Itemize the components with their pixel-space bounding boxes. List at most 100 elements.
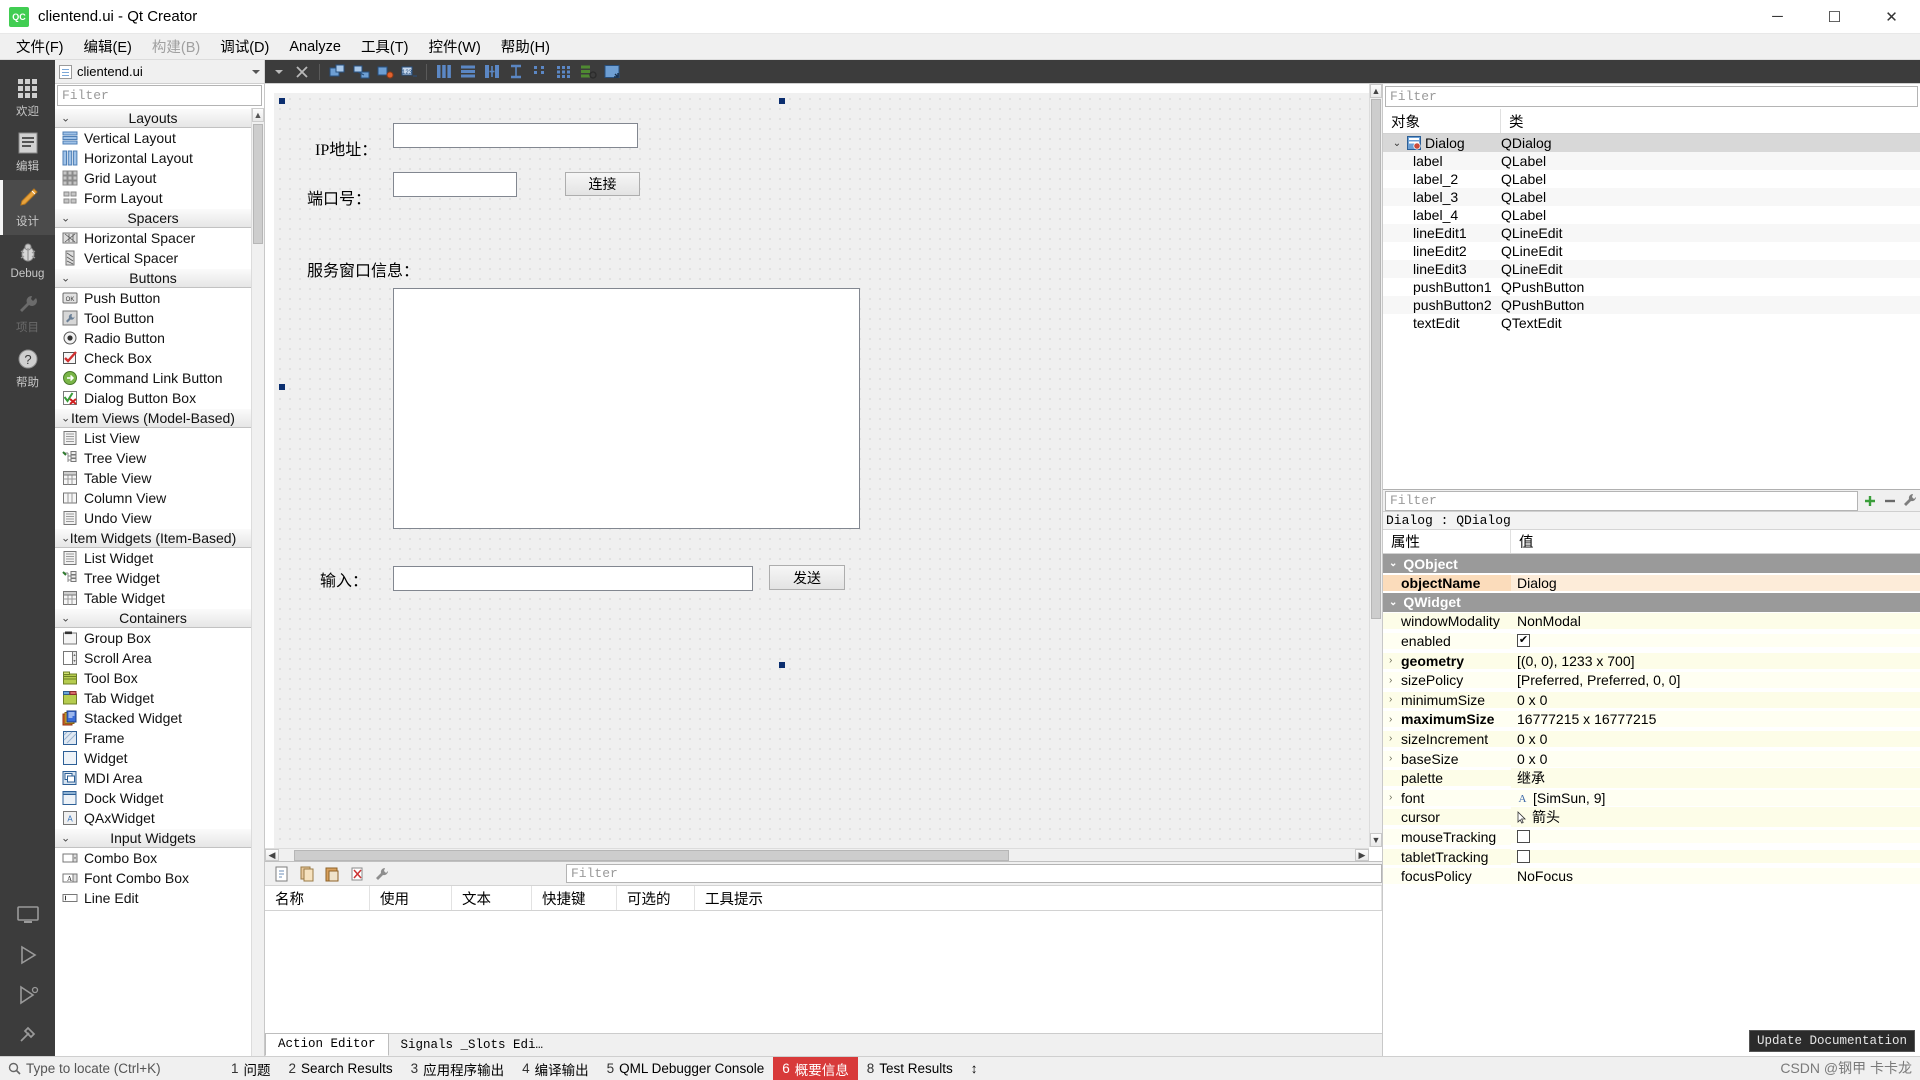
object-inspector-row[interactable]: label_4 QLabel [1383, 206, 1920, 224]
property-row[interactable]: › sizePolicy [Preferred, Preferred, 0, 0] [1383, 670, 1920, 690]
widget-item-tree-widget[interactable]: Tree Widget [55, 568, 251, 588]
new-action-icon[interactable] [271, 864, 293, 884]
col-text[interactable]: 文本 [452, 886, 532, 910]
output-pane-button-1[interactable]: 1 问题 [222, 1057, 280, 1080]
copy-icon[interactable] [296, 864, 318, 884]
form-scroll-down-icon[interactable]: ▼ [1370, 833, 1382, 847]
menu-debug[interactable]: 调试(D) [210, 33, 279, 60]
tab-action-editor[interactable]: Action Editor [265, 1033, 389, 1056]
layout-splitter-v-icon[interactable] [505, 62, 527, 82]
widget-item-undo-view[interactable]: Undo View [55, 508, 251, 528]
object-inspector-row[interactable]: label_3 QLabel [1383, 188, 1920, 206]
output-pane-button-6[interactable]: 6 概要信息 [773, 1056, 858, 1080]
widget-item-horizontal-spacer[interactable]: Horizontal Spacer [55, 228, 251, 248]
widget-item-frame[interactable]: Frame [55, 728, 251, 748]
edit-widgets-icon[interactable] [326, 62, 348, 82]
chevron-down-icon[interactable]: ⌄ [1391, 138, 1403, 149]
property-row[interactable]: › geometry [(0, 0), 1233 x 700] [1383, 651, 1920, 671]
button-send[interactable]: 发送 [769, 565, 845, 590]
widget-item-stacked-widget[interactable]: Stacked Widget [55, 708, 251, 728]
selection-handle-top-right[interactable] [779, 98, 785, 104]
property-row[interactable]: mouseTracking [1383, 827, 1920, 847]
object-inspector-row[interactable]: pushButton1 QPushButton [1383, 278, 1920, 296]
chevron-right-icon[interactable]: › [1389, 792, 1398, 803]
col-shortcut[interactable]: 快捷键 [532, 886, 617, 910]
col-used[interactable]: 使用 [370, 886, 452, 910]
menu-analyze[interactable]: Analyze [279, 36, 351, 58]
output-pane-button-3[interactable]: 3 应用程序输出 [402, 1057, 514, 1080]
pe-col-property[interactable]: 属性 [1383, 530, 1511, 553]
property-value-cell[interactable] [1511, 850, 1920, 864]
selection-handle-mid-left[interactable] [279, 384, 285, 390]
widget-item-push-button[interactable]: OK Push Button [55, 288, 251, 308]
widget-item-tool-button[interactable]: Tool Button [55, 308, 251, 328]
toolbar-overflow-chevron-icon[interactable] [275, 69, 283, 74]
widget-box-list[interactable]: ⌄ Layouts Vertical Layout Horizontal Layout… [55, 108, 264, 1056]
widget-item-list-view[interactable]: List View [55, 428, 251, 448]
form-vscroll-thumb[interactable] [1371, 99, 1381, 619]
widget-item-mdi-area[interactable]: MDI Area [55, 768, 251, 788]
property-row[interactable]: objectName Dialog [1383, 573, 1920, 593]
property-checkbox[interactable] [1517, 830, 1530, 844]
widget-item-scroll-area[interactable]: Scroll Area [55, 648, 251, 668]
scroll-up-icon[interactable]: ▲ [252, 108, 264, 122]
widget-box-scrollbar[interactable]: ▲ [251, 108, 264, 1056]
widget-box-filter-input[interactable]: Filter [57, 85, 262, 106]
chevron-right-icon[interactable]: › [1389, 733, 1398, 744]
menu-tools[interactable]: 工具(T) [351, 33, 419, 60]
object-inspector-row[interactable]: lineEdit3 QLineEdit [1383, 260, 1920, 278]
run-triangle-icon[interactable] [15, 942, 41, 968]
paste-icon[interactable] [321, 864, 343, 884]
widget-item-tree-view[interactable]: Tree View [55, 448, 251, 468]
lineedit-input[interactable] [393, 566, 753, 591]
widget-category-spacers[interactable]: ⌄ Spacers [55, 208, 251, 228]
layout-grid-icon[interactable] [553, 62, 575, 82]
oi-col-object[interactable]: 对象 [1383, 109, 1501, 133]
property-value-cell[interactable] [1511, 830, 1920, 844]
widget-item-check-box[interactable]: Check Box [55, 348, 251, 368]
widget-item-vertical-layout[interactable]: Vertical Layout [55, 128, 251, 148]
lineedit-port[interactable] [393, 172, 517, 197]
widget-item-grid-layout[interactable]: Grid Layout [55, 168, 251, 188]
widget-item-command-link-button[interactable]: Command Link Button [55, 368, 251, 388]
property-value-cell[interactable]: [(0, 0), 1233 x 700] [1511, 652, 1920, 669]
property-value-cell[interactable]: 箭头 [1511, 807, 1920, 828]
widget-item-tool-box[interactable]: Tool Box [55, 668, 251, 688]
widget-category-containers[interactable]: ⌄ Containers [55, 608, 251, 628]
col-tooltip[interactable]: 工具提示 [695, 886, 1382, 910]
maximize-button[interactable]: ☐ [1806, 0, 1863, 34]
property-value-cell[interactable]: NonModal [1511, 613, 1920, 630]
object-inspector-row[interactable]: textEdit QTextEdit [1383, 314, 1920, 332]
close-button[interactable]: ✕ [1863, 0, 1920, 34]
output-pane-button-4[interactable]: 4 编译输出 [513, 1057, 598, 1080]
widget-category-layouts[interactable]: ⌄ Layouts [55, 108, 251, 128]
widget-item-line-edit[interactable]: Line Edit [55, 888, 251, 908]
widget-item-tab-widget[interactable]: Tab Widget [55, 688, 251, 708]
property-row[interactable]: › maximumSize 16777215 x 16777215 [1383, 710, 1920, 730]
chevron-right-icon[interactable]: › [1389, 753, 1398, 764]
minus-icon[interactable] [1880, 491, 1900, 511]
mode-design[interactable]: 设计 [0, 180, 55, 235]
property-value-cell[interactable]: 继承 [1511, 768, 1920, 789]
object-inspector-filter-input[interactable]: Filter [1385, 86, 1918, 107]
debug-run-icon[interactable] [15, 982, 41, 1008]
break-layout-icon[interactable] [577, 62, 599, 82]
chevron-right-icon[interactable]: › [1389, 655, 1398, 666]
oi-col-class[interactable]: 类 [1501, 109, 1920, 133]
object-inspector-row[interactable]: label QLabel [1383, 152, 1920, 170]
property-value-cell[interactable]: 16777215 x 16777215 [1511, 711, 1920, 728]
widget-category-item-widgets-item-based[interactable]: ⌄ Item Widgets (Item-Based) [55, 528, 251, 548]
open-document-selector[interactable]: clientend.ui [55, 60, 265, 83]
property-value-cell[interactable]: 0 x 0 [1511, 730, 1920, 747]
menu-file[interactable]: 文件(F) [6, 33, 74, 60]
edit-signals-icon[interactable] [350, 62, 372, 82]
mode-projects[interactable]: 项目 [0, 286, 55, 341]
widget-item-font-combo-box[interactable]: A Font Combo Box [55, 868, 251, 888]
property-value-cell[interactable]: Dialog [1511, 574, 1920, 591]
object-inspector-row[interactable]: lineEdit2 QLineEdit [1383, 242, 1920, 260]
property-group-qobject[interactable]: ⌄ QObject [1383, 554, 1920, 573]
widget-item-group-box[interactable]: Group Box [55, 628, 251, 648]
action-editor-filter-input[interactable]: Filter [566, 864, 1382, 883]
chevron-right-icon[interactable]: › [1389, 714, 1398, 725]
minimize-button[interactable]: ─ [1749, 0, 1806, 34]
